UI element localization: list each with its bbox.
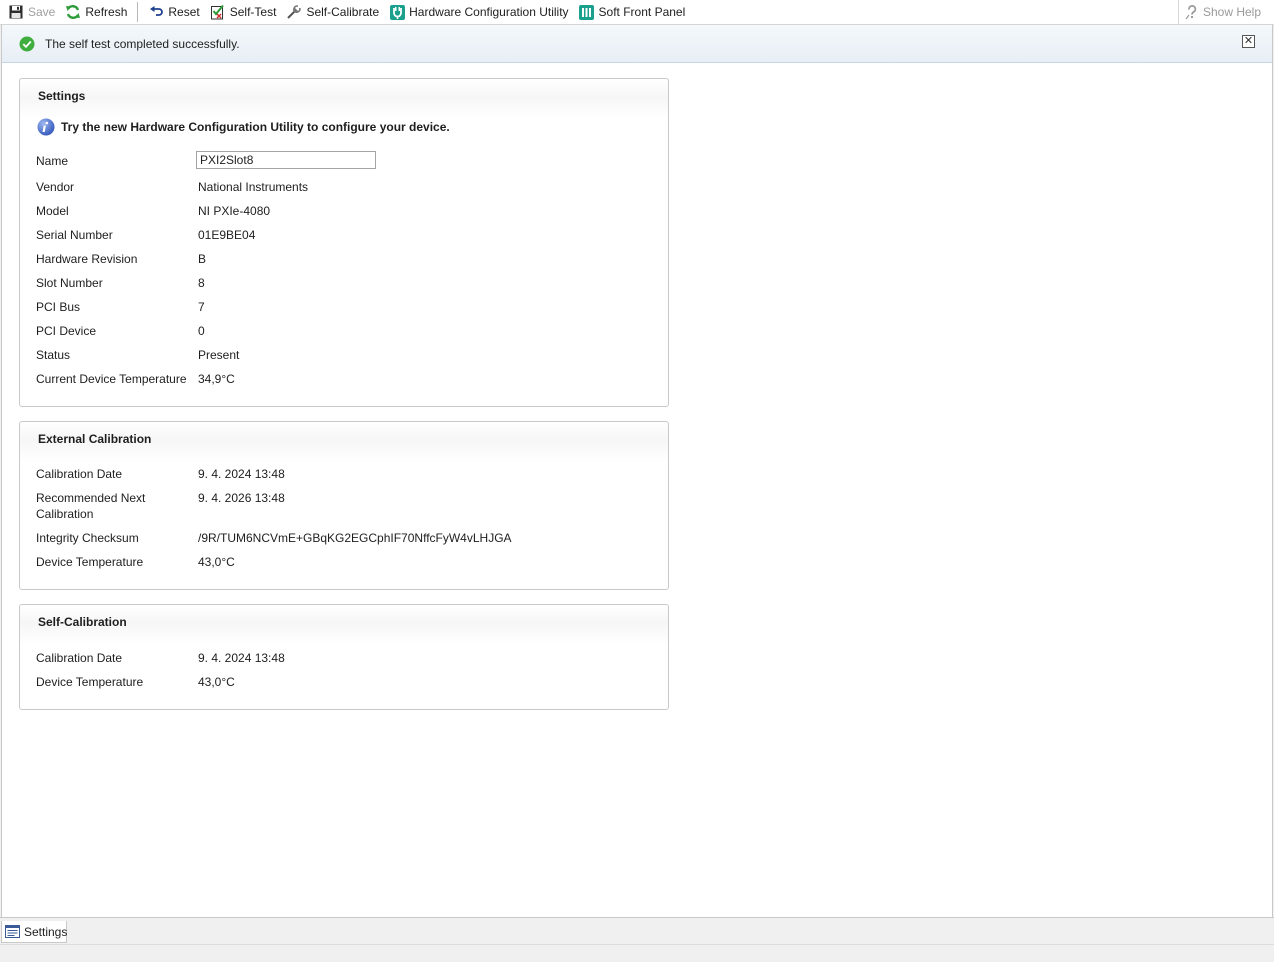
hardware-configuration-hint: Try the new Hardware Configuration Utili…: [37, 118, 450, 136]
success-check-icon: [19, 36, 35, 52]
field-label: Integrity Checksum: [36, 531, 139, 545]
tab-strip: Settings: [0, 917, 1274, 943]
hint-text: Try the new Hardware Configuration Utili…: [61, 120, 450, 134]
show-help-label: Show Help: [1202, 5, 1261, 19]
field-value: 7: [198, 300, 205, 314]
status-bar: [0, 944, 1274, 962]
reset-button[interactable]: Reset: [143, 1, 204, 23]
reset-label: Reset: [168, 5, 200, 19]
field-value: 0: [198, 324, 205, 338]
field-label: Hardware Revision: [36, 252, 138, 266]
help-icon: [1184, 4, 1200, 20]
notification-bar: The self test completed successfully. ✕: [2, 25, 1272, 63]
info-icon: [37, 118, 55, 136]
field-value: /9R/TUM6NCVmE+GBqKG2EGCphIF70NffcFyW4vLH…: [198, 531, 512, 545]
field-value: B: [198, 252, 207, 266]
hardware-configuration-utility-label: Hardware Configuration Utility: [409, 5, 569, 19]
field-label: Recommended Next Calibration: [36, 491, 146, 521]
save-button[interactable]: Save: [3, 1, 60, 23]
field-label: PCI Device: [36, 324, 97, 338]
device-name-input[interactable]: [196, 151, 376, 169]
field-label: Calibration Date: [36, 651, 123, 665]
field-label: Current Device Temperature: [36, 372, 187, 386]
field-label: Calibration Date: [36, 467, 123, 481]
self-test-icon: [210, 4, 226, 20]
hardware-configuration-utility-button[interactable]: Hardware Configuration Utility: [384, 1, 573, 23]
toolbar: Save Refresh Reset Self-Test Self-Calibr…: [0, 0, 1274, 25]
tab-settings-label: Settings: [24, 924, 68, 939]
self-calibrate-label: Self-Calibrate: [306, 5, 380, 19]
self-calibration-title: Self-Calibration: [38, 615, 127, 629]
self-calibrate-button[interactable]: Self-Calibrate: [281, 1, 384, 23]
field-value: Present: [198, 348, 240, 362]
self-test-label: Self-Test: [229, 5, 277, 19]
soft-front-panel-label: Soft Front Panel: [598, 5, 686, 19]
field-value: 01E9BE04: [198, 228, 256, 242]
save-icon: [8, 4, 24, 20]
field-value: 8: [198, 276, 205, 290]
hardware-configuration-icon: [389, 4, 405, 20]
field-label: PCI Bus: [36, 300, 81, 314]
field-value: 9. 4. 2026 13:48: [198, 491, 285, 505]
field-label: Model: [36, 204, 69, 218]
refresh-button[interactable]: Refresh: [60, 1, 132, 23]
toolbar-separator: [137, 2, 139, 22]
self-calibration-panel: Self-Calibration Calibration Date 9. 4. …: [19, 604, 669, 710]
field-label: Serial Number: [36, 228, 113, 242]
settings-title: Settings: [38, 89, 86, 103]
close-notification-button[interactable]: ✕: [1242, 35, 1255, 48]
tab-settings[interactable]: Settings: [1, 921, 67, 943]
field-label: Device Temperature: [36, 555, 144, 569]
settings-page-icon: [5, 925, 20, 938]
field-label: Slot Number: [36, 276, 103, 290]
soft-front-panel-icon: [579, 4, 595, 20]
reset-icon: [148, 4, 164, 20]
close-icon: ✕: [1243, 35, 1254, 47]
field-label: Vendor: [36, 180, 75, 194]
self-calibrate-icon: [286, 4, 302, 20]
field-value: 43,0°C: [198, 675, 235, 689]
self-test-button[interactable]: Self-Test: [205, 1, 282, 23]
field-value: NI PXIe-4080: [198, 204, 271, 218]
field-value: 9. 4. 2024 13:48: [198, 651, 285, 665]
refresh-label: Refresh: [85, 5, 128, 19]
external-calibration-title: External Calibration: [38, 432, 152, 446]
refresh-icon: [65, 4, 81, 20]
field-label: Device Temperature: [36, 675, 144, 689]
soft-front-panel-button[interactable]: Soft Front Panel: [574, 1, 691, 23]
save-label: Save: [28, 5, 56, 19]
main-content: The self test completed successfully. ✕ …: [1, 25, 1273, 917]
settings-panel: Settings Try the new Hardware Configurat…: [19, 78, 669, 407]
field-value: 34,9°C: [198, 372, 235, 386]
field-value: 9. 4. 2024 13:48: [198, 467, 285, 481]
show-help-button[interactable]: Show Help: [1177, 0, 1274, 24]
field-value: National Instruments: [198, 180, 309, 194]
field-value: 43,0°C: [198, 555, 235, 569]
field-label: Name: [36, 154, 69, 168]
external-calibration-panel: External Calibration Calibration Date 9.…: [19, 421, 669, 590]
field-label: Status: [36, 348, 71, 362]
notification-message: The self test completed successfully.: [45, 36, 240, 51]
